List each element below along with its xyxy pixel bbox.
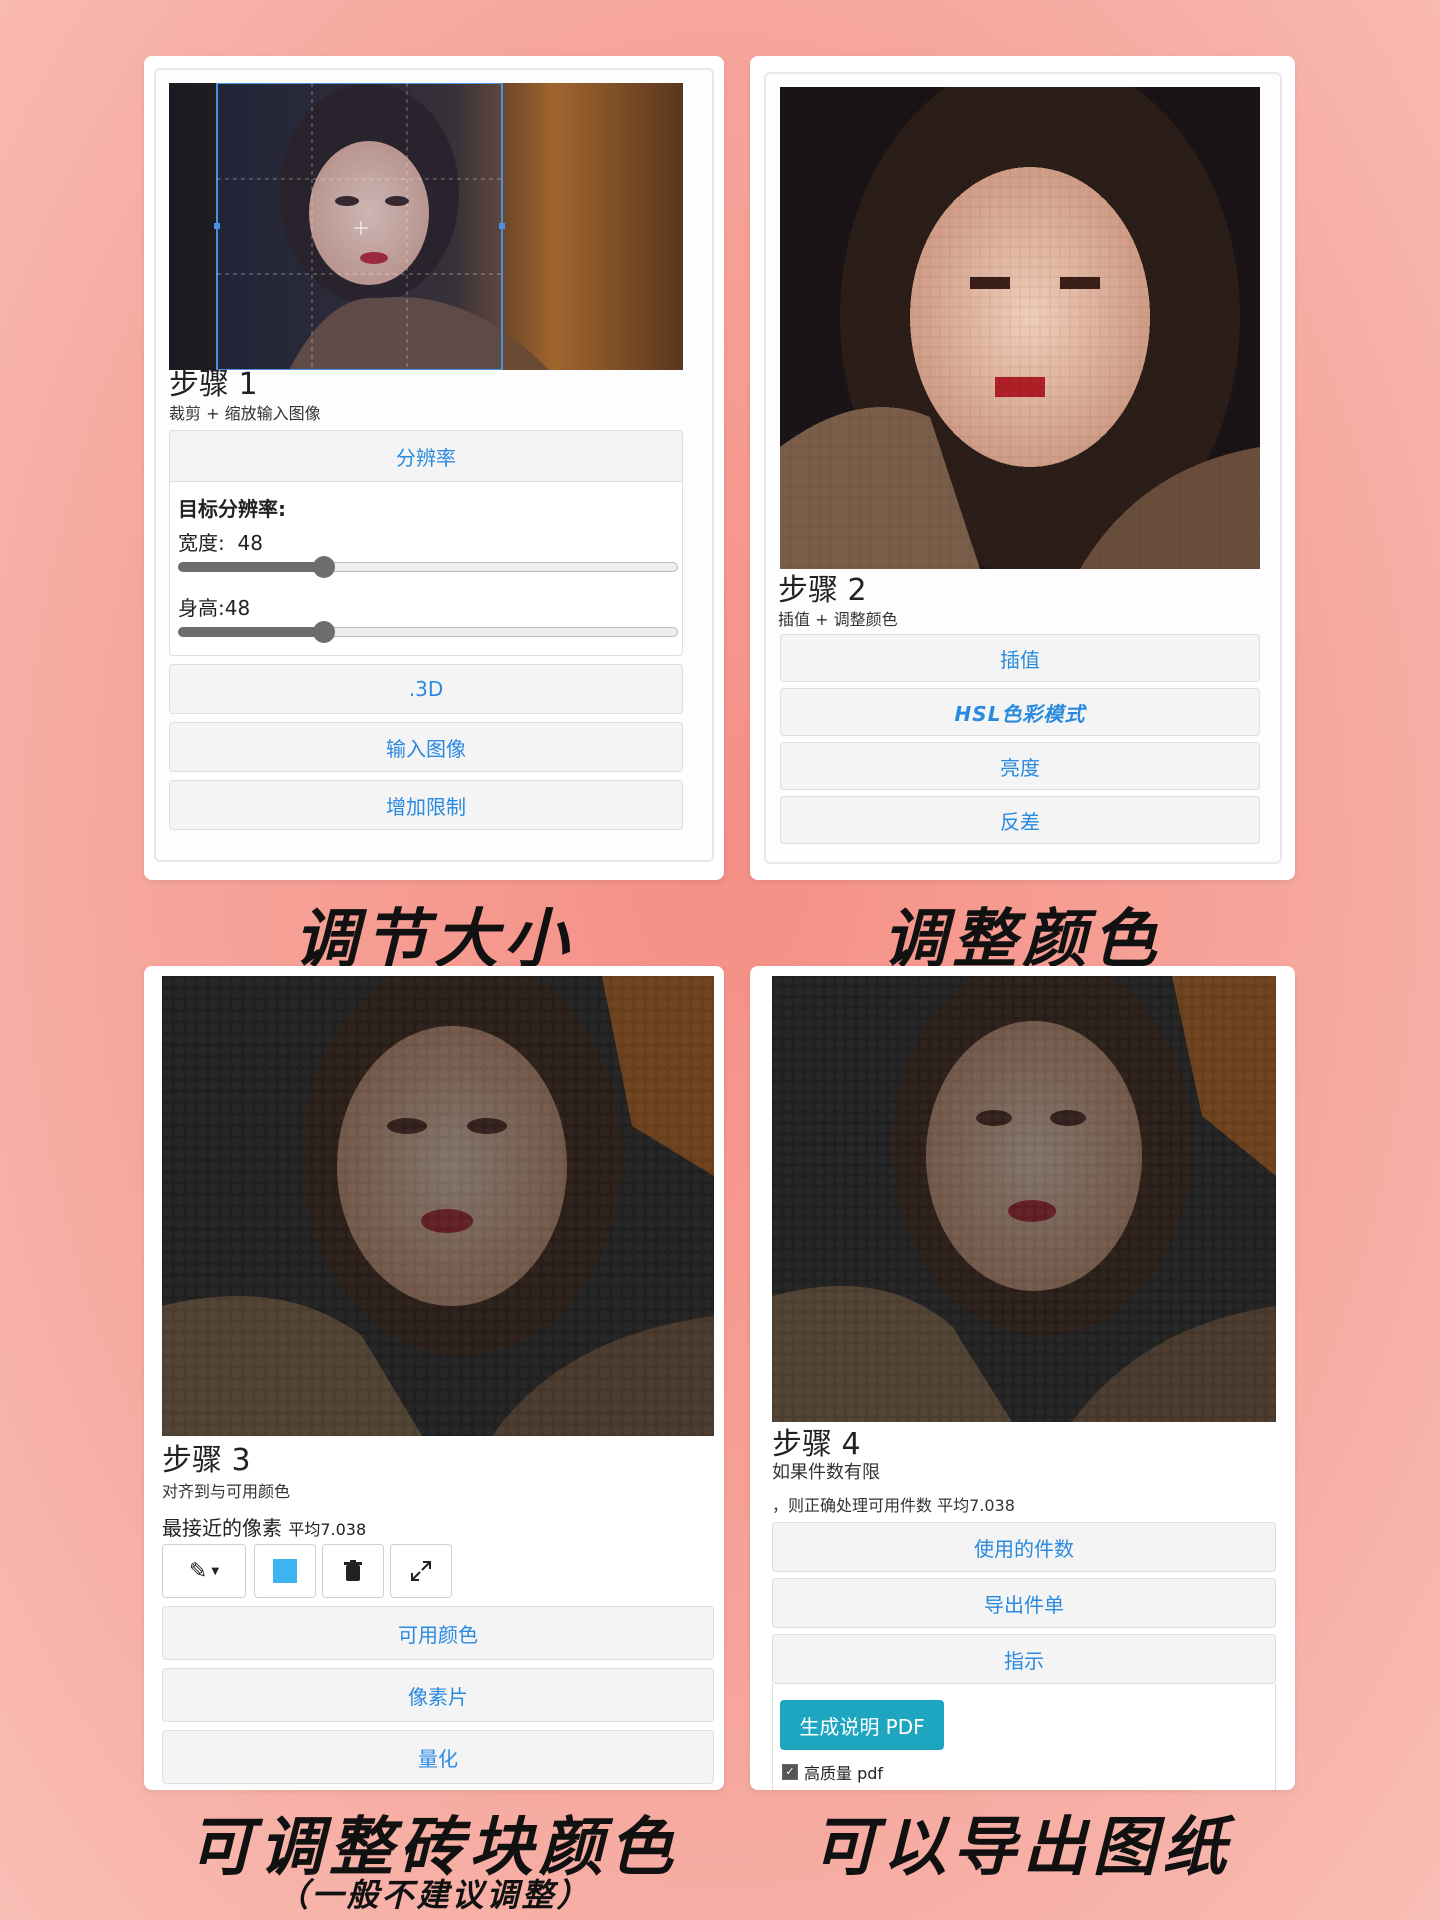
contrast-button[interactable]: 反差 [780, 796, 1260, 844]
instructions-button[interactable]: 指示 [772, 1634, 1276, 1684]
trash-icon [344, 1560, 362, 1581]
step4-panel: 步骤 4 如果件数有限 ，则正确处理可用件数 平均7.038 使用的件数 导出件… [750, 966, 1295, 1790]
width-slider-knob[interactable] [313, 556, 335, 578]
width-value: 48 [237, 531, 263, 555]
step3-title: 步骤 3 [162, 1443, 251, 1478]
height-value: 48 [224, 596, 251, 620]
step4-title: 步骤 4 [772, 1427, 861, 1462]
resolution-card: 分辨率 目标分辨率: 宽度: 48 身高:48 [169, 430, 683, 656]
step1-title: 步骤 1 [169, 367, 258, 402]
generate-pdf-button[interactable]: 生成说明 PDF [780, 1700, 944, 1750]
expand-icon [411, 1561, 431, 1581]
crop-image[interactable] [169, 83, 683, 370]
3d-button[interactable]: .3D [169, 664, 683, 714]
step4-avg: 平均7.038 [937, 1496, 1015, 1515]
resolution-header[interactable]: 分辨率 [169, 430, 683, 482]
brick-mosaic-image-final [772, 976, 1276, 1422]
height-slider-knob[interactable] [313, 621, 335, 643]
brick-mosaic-image [162, 976, 714, 1436]
export-parts-list-button[interactable]: 导出件单 [772, 1578, 1276, 1628]
step3-panel: 步骤 3 对齐到与可用颜色 最接近的像素 平均7.038 ✎ ▼ 可用颜色 像素… [144, 966, 724, 1790]
input-image-button[interactable]: 输入图像 [169, 722, 683, 772]
step2-title: 步骤 2 [778, 573, 867, 608]
caption-not-recommended: （一般不建议调整） [276, 1876, 592, 1914]
brush-tool-button[interactable]: ✎ ▼ [162, 1544, 246, 1598]
pixel-pieces-button[interactable]: 像素片 [162, 1668, 714, 1722]
nearest-pixel-label: 最接近的像素 [162, 1516, 282, 1540]
target-resolution-label: 目标分辨率: [178, 497, 286, 521]
width-label: 宽度: 48 [178, 527, 263, 556]
height-label-text: 身高: [178, 596, 225, 620]
color-swatch-button[interactable] [254, 1544, 316, 1598]
used-pieces-button[interactable]: 使用的件数 [772, 1522, 1276, 1572]
high-quality-checkbox[interactable]: ✓ [782, 1764, 798, 1780]
available-colors-button[interactable]: 可用颜色 [162, 1606, 714, 1660]
high-quality-row: ✓ 高质量 pdf [782, 1760, 883, 1784]
step4-subtitle-1: 如果件数有限 [772, 1462, 880, 1483]
brick-portrait-image [162, 976, 714, 1436]
width-label-text: 宽度: [178, 531, 225, 555]
step2-subtitle: 插值 + 调整颜色 [778, 610, 898, 629]
cropped-portrait-image [169, 83, 683, 370]
high-quality-label: 高质量 pdf [804, 1764, 884, 1783]
nearest-pixel-avg: 平均7.038 [288, 1520, 367, 1539]
step3-subtitle: 对齐到与可用颜色 [162, 1482, 291, 1501]
width-slider-fill [178, 562, 324, 572]
color-swatch-icon [273, 1559, 297, 1583]
step1-subtitle: 裁剪 + 缩放输入图像 [169, 404, 321, 423]
hsl-color-mode-button[interactable]: HSL色彩模式 [780, 688, 1260, 736]
delete-button[interactable] [322, 1544, 384, 1598]
height-slider-fill [178, 627, 324, 637]
add-limit-button[interactable]: 增加限制 [169, 780, 683, 830]
height-label: 身高:48 [178, 592, 250, 621]
pixelated-portrait-image [780, 87, 1260, 569]
brightness-button[interactable]: 亮度 [780, 742, 1260, 790]
chevron-down-icon: ▼ [211, 1565, 220, 1577]
interpolation-button[interactable]: 插值 [780, 634, 1260, 682]
pixelated-image [780, 87, 1260, 569]
brush-icon: ✎ [188, 1558, 208, 1584]
step2-panel: 步骤 2 插值 + 调整颜色 插值 HSL色彩模式 亮度 反差 [750, 56, 1295, 880]
quantize-button[interactable]: 量化 [162, 1730, 714, 1784]
step4-subtitle-2-text: ，则正确处理可用件数 [772, 1496, 933, 1515]
nearest-pixel-row: 最接近的像素 平均7.038 [162, 1512, 366, 1541]
step4-subtitle-2: ，则正确处理可用件数 平均7.038 [772, 1496, 1015, 1516]
caption-export-drawings: 可以导出图纸 [812, 1811, 1233, 1885]
step1-panel: 步骤 1 裁剪 + 缩放输入图像 分辨率 目标分辨率: 宽度: 48 身高:48… [144, 56, 724, 880]
brick-portrait-final-image [772, 976, 1276, 1422]
expand-button[interactable] [390, 1544, 452, 1598]
